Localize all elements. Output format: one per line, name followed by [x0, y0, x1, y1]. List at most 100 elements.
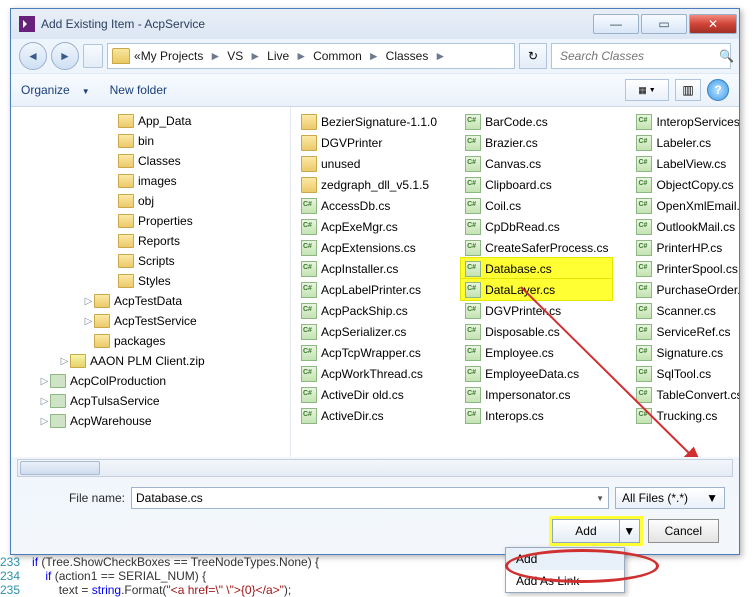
- file-item[interactable]: Database.cs: [461, 258, 612, 279]
- file-item[interactable]: Clipboard.cs: [461, 174, 612, 195]
- file-item[interactable]: Scanner.cs: [632, 300, 739, 321]
- file-item[interactable]: AcpWorkThread.cs: [297, 363, 441, 384]
- tree-item[interactable]: Reports: [11, 231, 290, 251]
- file-item[interactable]: DGVPrinter.cs: [461, 300, 612, 321]
- breadcrumb[interactable]: « My Projects► VS► Live► Common► Classes…: [107, 43, 515, 69]
- search-input[interactable]: [558, 48, 719, 64]
- file-item[interactable]: zedgraph_dll_v5.1.5: [297, 174, 441, 195]
- csharp-file-icon: [636, 345, 652, 361]
- file-item[interactable]: SqlTool.cs: [632, 363, 739, 384]
- file-item[interactable]: PrinterSpool.cs: [632, 258, 739, 279]
- menu-item-add[interactable]: Add: [506, 548, 624, 570]
- file-item[interactable]: AcpSerializer.cs: [297, 321, 441, 342]
- file-item[interactable]: InteropServices.cs: [632, 111, 739, 132]
- file-item[interactable]: LabelView.cs: [632, 153, 739, 174]
- tree-item[interactable]: ▷AcpColProduction: [11, 371, 290, 391]
- filename-input[interactable]: Database.cs▼: [131, 487, 609, 509]
- cancel-button[interactable]: Cancel: [648, 519, 719, 543]
- file-item[interactable]: BezierSignature-1.1.0: [297, 111, 441, 132]
- file-item[interactable]: Signature.cs: [632, 342, 739, 363]
- tree-item[interactable]: packages: [11, 331, 290, 351]
- add-split-button[interactable]: Add ▼: [552, 519, 639, 543]
- folder-icon: [94, 314, 110, 328]
- add-dropdown-toggle[interactable]: ▼: [620, 519, 640, 543]
- file-item[interactable]: PrinterHP.cs: [632, 237, 739, 258]
- titlebar[interactable]: Add Existing Item - AcpService — ▭ ✕: [11, 9, 739, 39]
- tree-item[interactable]: Classes: [11, 151, 290, 171]
- help-button[interactable]: ?: [707, 79, 729, 101]
- file-item[interactable]: ObjectCopy.cs: [632, 174, 739, 195]
- preview-pane-button[interactable]: ▥: [675, 79, 701, 101]
- file-item[interactable]: Brazier.cs: [461, 132, 612, 153]
- file-item[interactable]: OpenXmlEmail.cs: [632, 195, 739, 216]
- tree-item[interactable]: bin: [11, 131, 290, 151]
- tree-item[interactable]: Scripts: [11, 251, 290, 271]
- file-item[interactable]: EmployeeData.cs: [461, 363, 612, 384]
- folder-icon: [112, 48, 130, 64]
- file-item[interactable]: AcpInstaller.cs: [297, 258, 441, 279]
- back-button[interactable]: ◄: [19, 42, 47, 70]
- file-item[interactable]: AccessDb.cs: [297, 195, 441, 216]
- csharp-file-icon: [636, 219, 652, 235]
- file-item[interactable]: AcpExtensions.cs: [297, 237, 441, 258]
- file-item[interactable]: Impersonator.cs: [461, 384, 612, 405]
- file-item[interactable]: TableConvert.cs: [632, 384, 739, 405]
- tree-item[interactable]: images: [11, 171, 290, 191]
- file-item[interactable]: AcpLabelPrinter.cs: [297, 279, 441, 300]
- folder-icon: [118, 254, 134, 268]
- minimize-button[interactable]: —: [593, 14, 639, 34]
- file-item[interactable]: ActiveDir.cs: [297, 405, 441, 426]
- close-button[interactable]: ✕: [689, 14, 737, 34]
- file-item[interactable]: unused: [297, 153, 441, 174]
- new-folder-button[interactable]: New folder: [110, 83, 167, 97]
- tree-item[interactable]: App_Data: [11, 111, 290, 131]
- maximize-button[interactable]: ▭: [641, 14, 687, 34]
- tree-item[interactable]: ▷AcpWarehouse: [11, 411, 290, 431]
- tree-item[interactable]: obj: [11, 191, 290, 211]
- file-item[interactable]: ServiceRef.cs: [632, 321, 739, 342]
- window-title: Add Existing Item - AcpService: [41, 17, 205, 31]
- tree-item[interactable]: ▷AAON PLM Client.zip: [11, 351, 290, 371]
- file-item[interactable]: Interops.cs: [461, 405, 612, 426]
- file-item[interactable]: DataLayer.cs: [461, 279, 612, 300]
- file-item[interactable]: OutlookMail.cs: [632, 216, 739, 237]
- file-list-pane[interactable]: BezierSignature-1.1.0DGVPrinterunusedzed…: [291, 107, 739, 457]
- horizontal-scrollbar[interactable]: [17, 459, 733, 477]
- file-item[interactable]: CpDbRead.cs: [461, 216, 612, 237]
- file-item[interactable]: PurchaseOrder.cs: [632, 279, 739, 300]
- refresh-button[interactable]: ↻: [519, 43, 547, 69]
- file-item[interactable]: AcpPackShip.cs: [297, 300, 441, 321]
- file-item[interactable]: AcpExeMgr.cs: [297, 216, 441, 237]
- file-item[interactable]: Employee.cs: [461, 342, 612, 363]
- file-item[interactable]: Trucking.cs: [632, 405, 739, 426]
- organize-button[interactable]: Organize▼: [21, 83, 90, 97]
- tree-item[interactable]: ▷AcpTestService: [11, 311, 290, 331]
- folder-icon: [94, 334, 110, 348]
- file-item[interactable]: Canvas.cs: [461, 153, 612, 174]
- view-mode-button[interactable]: ▦▼: [625, 79, 669, 101]
- file-item[interactable]: Disposable.cs: [461, 321, 612, 342]
- tree-item[interactable]: ▷AcpTestData: [11, 291, 290, 311]
- file-item[interactable]: ActiveDir old.cs: [297, 384, 441, 405]
- search-box[interactable]: 🔍: [551, 43, 731, 69]
- file-item[interactable]: AcpTcpWrapper.cs: [297, 342, 441, 363]
- file-item[interactable]: DGVPrinter: [297, 132, 441, 153]
- file-item[interactable]: Coil.cs: [461, 195, 612, 216]
- menu-item-add-as-link[interactable]: Add As Link: [506, 570, 624, 592]
- folder-tree[interactable]: App_DatabinClassesimagesobjPropertiesRep…: [11, 107, 291, 457]
- forward-button[interactable]: ►: [51, 42, 79, 70]
- csharp-file-icon: [636, 156, 652, 172]
- tree-item[interactable]: Properties: [11, 211, 290, 231]
- tree-item[interactable]: ▷AcpTulsaService: [11, 391, 290, 411]
- file-item[interactable]: BarCode.cs: [461, 111, 612, 132]
- csharp-file-icon: [636, 324, 652, 340]
- csharp-file-icon: [301, 408, 317, 424]
- add-button[interactable]: Add: [552, 519, 619, 543]
- file-filter-dropdown[interactable]: All Files (*.*)▼: [615, 487, 725, 509]
- file-item[interactable]: CreateSaferProcess.cs: [461, 237, 612, 258]
- recent-locations-button[interactable]: [83, 44, 103, 68]
- file-item[interactable]: Labeler.cs: [632, 132, 739, 153]
- csharp-file-icon: [301, 219, 317, 235]
- csharp-file-icon: [636, 114, 652, 130]
- tree-item[interactable]: Styles: [11, 271, 290, 291]
